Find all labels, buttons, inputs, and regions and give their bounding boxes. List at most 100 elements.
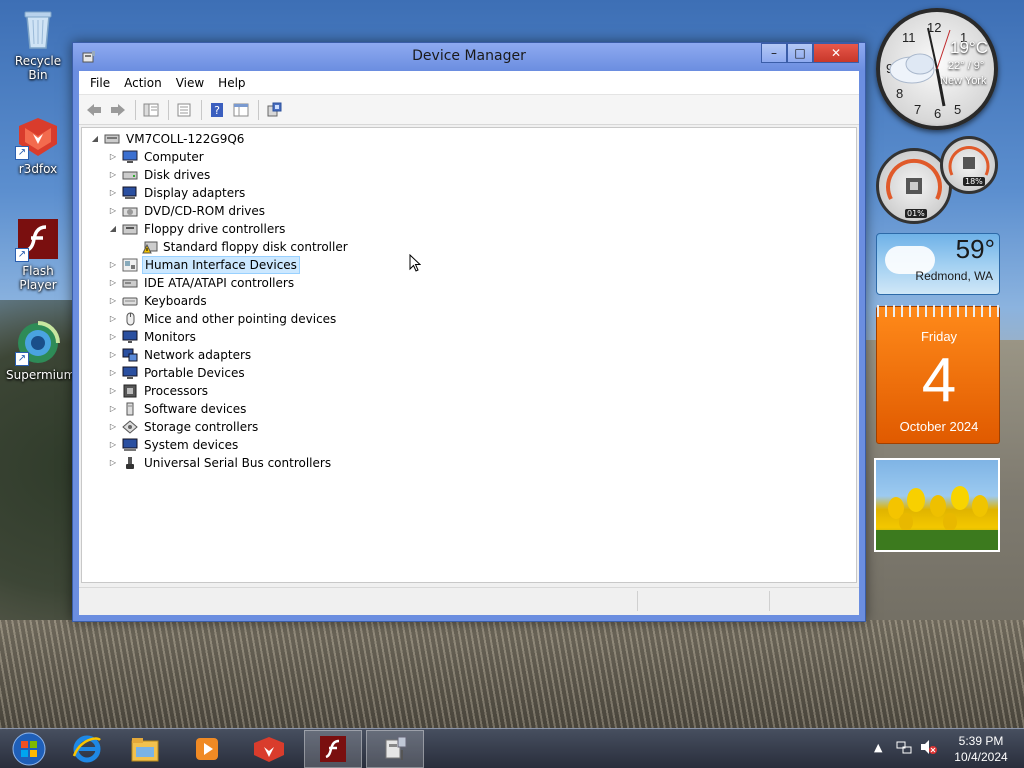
windows-start-icon [12,732,46,766]
menu-file[interactable]: File [83,76,117,90]
expand-arrow-icon[interactable]: ▷ [108,166,118,184]
tree-category-portable-devices[interactable]: ▷ Portable Devices [82,364,856,382]
view-button[interactable] [230,99,252,121]
recycle-bin-icon [15,6,61,52]
desktop-icon-supermium[interactable]: ↗ Supermium [6,320,75,382]
tree-category-network-adapters[interactable]: ▷ Network adapters [82,346,856,364]
back-button[interactable] [83,99,105,121]
taskbar-flash-player[interactable] [304,730,362,768]
taskbar-media-player[interactable] [178,730,236,768]
scan-hardware-icon [267,102,282,116]
hid-icon [122,258,138,272]
collapse-arrow-icon[interactable]: ◢ [90,130,100,148]
tree-category-ide-ata-atapi-controllers[interactable]: ▷ IDE ATA/ATAPI controllers [82,274,856,292]
expand-arrow-icon[interactable]: ▷ [108,454,118,472]
taskbar-clock[interactable]: 5:39 PM 10/4/2024 [946,733,1016,765]
tree-node-label: Mice and other pointing devices [144,312,337,326]
calendar-rings [877,305,1001,317]
tree-category-disk-drives[interactable]: ▷ Disk drives [82,166,856,184]
weather-gadget[interactable]: 59° Redmond, WA [876,233,1000,295]
tree-category-computer[interactable]: ▷ Computer [82,148,856,166]
taskbar-file-explorer[interactable] [116,730,174,768]
taskbar-r3dfox[interactable] [240,730,298,768]
toolbar-separator [135,99,136,120]
window-client-area: File Action View Help ? ◢ VM7COLL-122G9Q… [79,71,859,615]
scan-hardware-button[interactable] [263,99,285,121]
menu-help[interactable]: Help [211,76,252,90]
device-tree[interactable]: ◢ VM7COLL-122G9Q6 ▷ Computer ▷ Disk drives ▷ Di… [81,127,857,583]
tree-category-display-adapters[interactable]: ▷ Display adapters [82,184,856,202]
start-button[interactable] [0,730,58,768]
menu-action[interactable]: Action [117,76,169,90]
forward-button[interactable] [107,99,129,121]
tree-category-mice-and-other-pointing-devices[interactable]: ▷ Mice and other pointing devices [82,310,856,328]
expand-arrow-icon[interactable]: ▷ [108,364,118,382]
taskbar-internet-explorer[interactable] [58,730,116,768]
tree-root-computer[interactable]: ◢ VM7COLL-122G9Q6 [82,130,856,148]
expand-arrow-icon[interactable]: ▷ [108,202,118,220]
expand-arrow-icon[interactable]: ▷ [108,382,118,400]
tree-category-software-devices[interactable]: ▷ Software devices [82,400,856,418]
volume-muted-tray-icon[interactable] [920,739,938,768]
window-titlebar[interactable]: Device Manager – □ ✕ [73,43,865,71]
tree-category-dvd-cd-rom-drives[interactable]: ▷ DVD/CD-ROM drives [82,202,856,220]
tree-node-label: Keyboards [144,294,207,308]
expand-arrow-icon[interactable]: ▷ [108,328,118,346]
expand-arrow-icon[interactable]: ▷ [108,346,118,364]
processor-icon [122,384,138,398]
ram-meter-gadget[interactable]: 18% [940,136,998,194]
floppy-device-warning-icon [142,240,158,254]
expand-arrow-icon[interactable]: ▷ [108,148,118,166]
svg-text:?: ? [214,104,220,117]
desktop-icon-r3dfox[interactable]: ↗ r3dfox [6,114,70,176]
expand-arrow-icon[interactable]: ▷ [108,256,118,274]
show-hide-console-tree-button[interactable] [140,99,162,121]
system-device-icon [122,438,138,452]
expand-arrow-icon[interactable]: ▷ [108,184,118,202]
help-button[interactable]: ? [206,99,228,121]
cpu-meter-value: 01% [905,209,927,218]
toolbar-separator [168,99,169,120]
calendar-weekday: Friday [920,329,958,344]
tree-category-monitors[interactable]: ▷ Monitors [82,328,856,346]
maximize-button[interactable]: □ [787,43,813,63]
close-button[interactable]: ✕ [813,43,859,63]
network-tray-icon[interactable] [896,739,912,768]
slideshow-gadget[interactable] [874,458,1000,552]
computer-root-icon [104,132,120,146]
menu-view[interactable]: View [169,76,211,90]
tree-category-system-devices[interactable]: ▷ System devices [82,436,856,454]
tree-category-processors[interactable]: ▷ Processors [82,382,856,400]
mouse-icon [122,312,138,326]
keyboard-icon [122,294,138,308]
network-adapter-icon [122,348,138,362]
tree-category-storage-controllers[interactable]: ▷ Storage controllers [82,418,856,436]
mouse-cursor-icon [409,253,422,272]
desktop-scenery-grass [0,620,1024,730]
tree-category-human-interface-devices[interactable]: ▷ Human Interface Devices [82,256,856,274]
device-manager-window[interactable]: Device Manager – □ ✕ File Action View He… [72,42,866,622]
r3dfox-icon [254,737,284,762]
desktop-icon-recycle-bin[interactable]: Recycle Bin [6,6,70,82]
expand-arrow-icon[interactable]: ▷ [108,418,118,436]
expand-arrow-icon[interactable]: ▷ [108,310,118,328]
desktop-icon-label: Recycle Bin [14,54,62,82]
taskbar-device-manager[interactable] [366,730,424,768]
properties-button[interactable] [173,99,195,121]
minimize-button[interactable]: – [761,43,787,63]
expand-arrow-icon[interactable]: ▷ [108,292,118,310]
desktop-icon-flash-player[interactable]: ↗ Flash Player [6,216,70,292]
expand-arrow-icon[interactable]: ▷ [108,436,118,454]
expand-arrow-icon[interactable]: ▷ [108,400,118,418]
show-hidden-icons-button[interactable]: ▲ [874,741,882,768]
tree-node-label: Standard floppy disk controller [163,240,348,254]
tree-category-floppy-drive-controllers[interactable]: ◢ Floppy drive controllers [82,220,856,238]
toolbar-separator [258,99,259,120]
tree-node-label: System devices [144,438,239,452]
tree-category-universal-serial-bus-controllers[interactable]: ▷ Universal Serial Bus controllers [82,454,856,472]
expand-arrow-icon[interactable]: ▷ [108,274,118,292]
tree-device-standard-floppy-disk-controller[interactable]: Standard floppy disk controller [82,238,856,256]
tree-category-keyboards[interactable]: ▷ Keyboards [82,292,856,310]
calendar-gadget[interactable]: Friday 4 October 2024 [876,305,1001,444]
collapse-arrow-icon[interactable]: ◢ [108,220,118,238]
